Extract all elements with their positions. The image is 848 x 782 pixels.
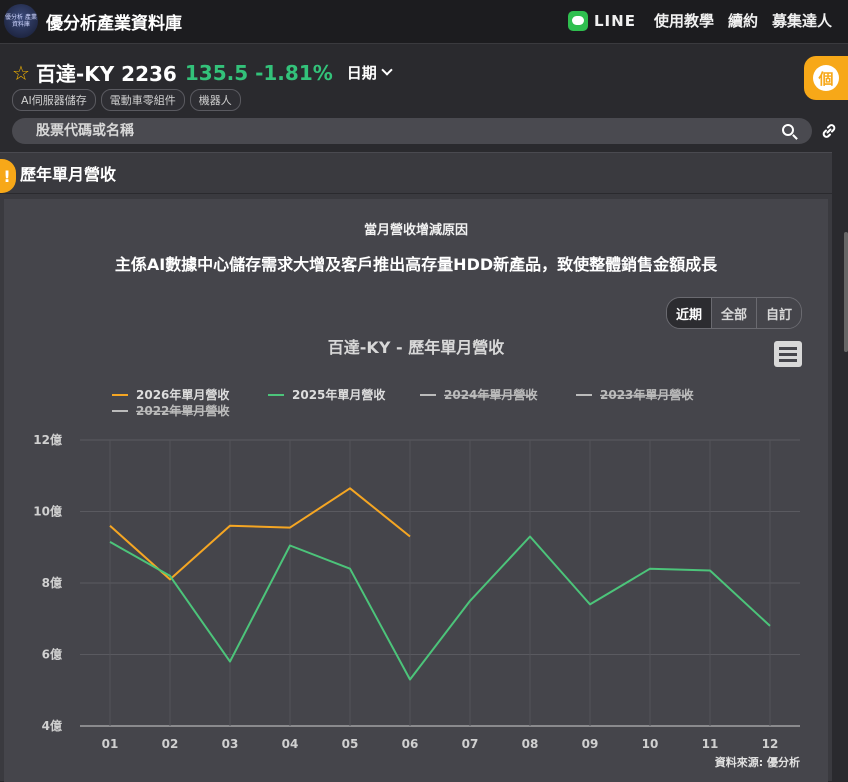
- date-dropdown[interactable]: 日期: [346, 62, 393, 83]
- side-badge-button[interactable]: 個: [804, 56, 848, 100]
- app-logo[interactable]: 優分析 產業資料庫: [4, 4, 38, 38]
- chart-source: 資料來源: 優分析: [715, 755, 800, 769]
- scrollbar[interactable]: [844, 232, 848, 352]
- tag-robot[interactable]: 機器人: [189, 89, 241, 111]
- nav-recruit-link[interactable]: 募集達人: [772, 10, 832, 31]
- y-tick-label: 10億: [33, 504, 62, 519]
- line-icon: [568, 10, 588, 31]
- stock-header: ☆ 百達-KY 2236 135.5 -1.81% 日期: [12, 58, 393, 87]
- monthly-revenue-section: ! 歷年單月營收 當月營收增減原因 主係AI數據中心儲存需求大增及客戶推出高存量…: [0, 152, 832, 782]
- x-tick-label: 11: [702, 737, 719, 751]
- x-tick-label: 06: [402, 737, 419, 751]
- legend-item[interactable]: 2024年單月營收: [444, 387, 537, 402]
- x-tick-label: 09: [582, 737, 599, 751]
- y-tick-label: 12億: [33, 432, 62, 447]
- tip-bulb-icon[interactable]: !: [0, 159, 16, 193]
- nav-menu: LINE 使用教學 續約 募集達人: [568, 10, 832, 31]
- app-title[interactable]: 優分析產業資料庫: [46, 9, 182, 34]
- tag-ev-parts[interactable]: 電動車零組件: [100, 89, 185, 111]
- reason-text: 主係AI數據中心儲存需求大增及客戶推出高存量HDD新產品，致使整體銷售金額成長: [114, 255, 718, 274]
- revenue-line-chart: 百達-KY - 歷年單月營收 2026年單月營收 2025年單月營收 2024年單月營…: [33, 338, 800, 769]
- x-tick-label: 05: [342, 737, 359, 751]
- link-icon[interactable]: [820, 122, 838, 140]
- logo-text: 優分析 產業資料庫: [5, 14, 37, 28]
- legend-item[interactable]: 2023年單月營收: [600, 387, 693, 402]
- star-icon[interactable]: ☆: [12, 63, 30, 83]
- chart-panel: 當月營收增減原因 主係AI數據中心儲存需求大增及客戶推出高存量HDD新產品，致使…: [4, 199, 828, 782]
- y-tick-label: 6億: [42, 647, 62, 662]
- nav-tutorial-link[interactable]: 使用教學: [654, 10, 714, 31]
- reason-title: 當月營收增減原因: [363, 223, 468, 238]
- nav-subscribe-link[interactable]: 續約: [728, 10, 758, 31]
- x-tick-label: 07: [462, 737, 479, 751]
- nav-line-label: LINE: [594, 11, 636, 30]
- x-tick-label: 03: [222, 737, 239, 751]
- x-tick-label: 04: [282, 737, 299, 751]
- section-title: 歷年單月營收: [20, 165, 117, 184]
- chart-title: 百達-KY - 歷年單月營收: [328, 338, 504, 357]
- legend-item[interactable]: 2025年單月營收: [292, 387, 385, 402]
- nav-line-link[interactable]: LINE: [568, 10, 636, 31]
- series-line: [109, 487, 411, 581]
- side-badge-label: 個: [813, 65, 839, 91]
- y-tick-label: 8億: [42, 575, 62, 590]
- y-tick-label: 4億: [42, 718, 62, 733]
- legend-item[interactable]: 2022年單月營收: [136, 403, 229, 418]
- x-tick-label: 08: [522, 737, 539, 751]
- search-bar: [12, 118, 812, 144]
- x-tick-label: 12: [762, 737, 779, 751]
- stock-price-change: 135.5 -1.81%: [184, 60, 333, 85]
- x-tick-label: 01: [102, 737, 119, 751]
- search-input[interactable]: [12, 118, 712, 144]
- chevron-down-icon: [381, 64, 393, 76]
- stock-name: 百達-KY 2236: [35, 62, 177, 86]
- search-icon[interactable]: [782, 124, 794, 136]
- stock-tags: AI伺服器儲存 電動車零組件 機器人: [12, 89, 241, 111]
- tip-bulb-glyph: !: [3, 166, 11, 186]
- x-tick-label: 10: [642, 737, 659, 751]
- x-tick-label: 02: [162, 737, 179, 751]
- date-label: 日期: [346, 64, 377, 82]
- series-line: [109, 535, 771, 681]
- legend-item[interactable]: 2026年單月營收: [136, 387, 229, 402]
- top-navbar: 優分析 產業資料庫 優分析產業資料庫 LINE 使用教學 續約 募集達人: [0, 0, 848, 44]
- section-divider: [0, 193, 832, 194]
- tag-ai-storage[interactable]: AI伺服器儲存: [12, 89, 96, 111]
